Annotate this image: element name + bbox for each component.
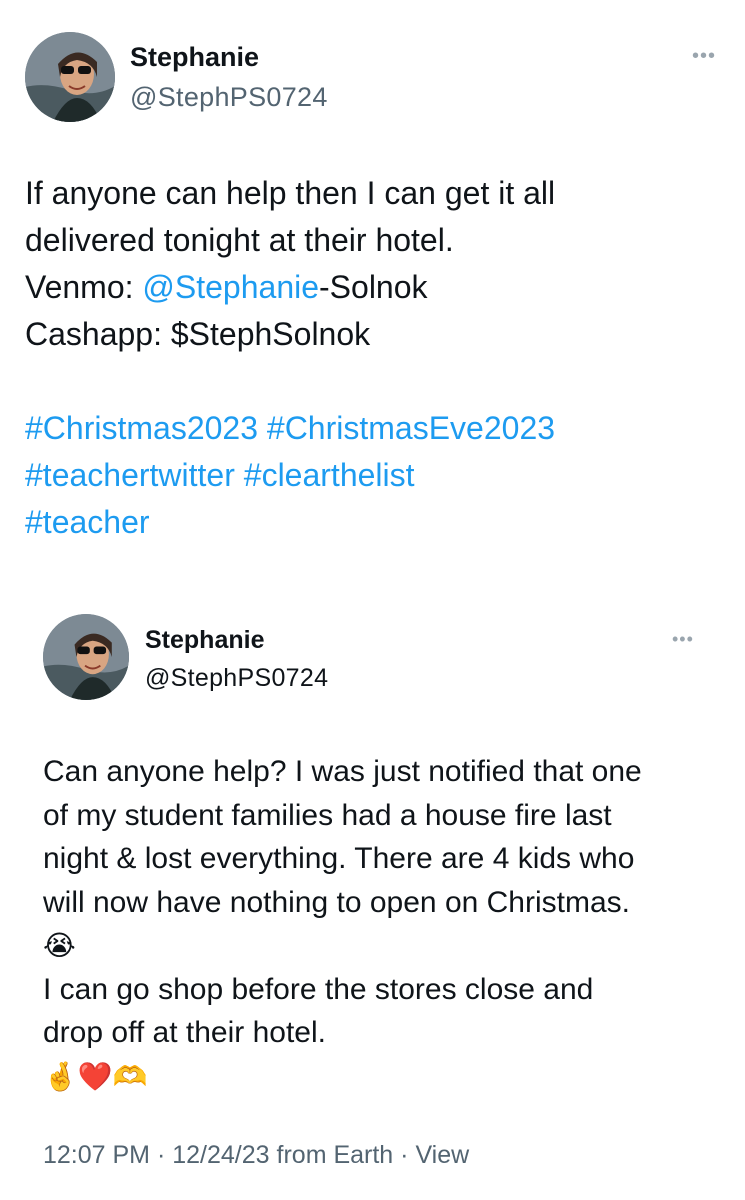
tweet-text: If anyone can help then I can get it all… — [25, 170, 725, 546]
avatar[interactable] — [25, 32, 115, 122]
post-time[interactable]: 12:07 PM — [43, 1141, 150, 1169]
heart-hands-emoji: 🫶 — [112, 1059, 148, 1093]
more-horizontal-icon[interactable]: ••• — [672, 630, 694, 648]
view-link[interactable]: View — [415, 1141, 469, 1169]
tweet-text-line: delivered tonight at their hotel. — [25, 222, 454, 258]
hashtag-link[interactable]: #ChristmasEve2023 — [267, 410, 555, 446]
hashtag-row: #teacher — [25, 499, 725, 546]
avatar-photo — [43, 614, 129, 700]
tweet-text-line: will now have nothing to open on Christm… — [43, 885, 630, 919]
avatar[interactable] — [43, 614, 129, 700]
quoted-tweet[interactable]: Stephanie @StephPS0724 ••• Can anyone he… — [0, 590, 745, 1200]
more-horizontal-icon[interactable]: ••• — [692, 46, 716, 66]
hashtag-row: #teachertwitter #clearthelist — [25, 452, 725, 499]
tweet-text-line: night & lost everything. There are 4 kid… — [43, 842, 635, 875]
cashapp-line: Cashapp: $StephSolnok — [25, 316, 371, 352]
author-name[interactable]: Stephanie — [130, 42, 259, 73]
quoted-author-handle[interactable]: @StephPS0724 — [145, 664, 328, 693]
tweet-text-line: of my student families had a house fire … — [43, 798, 612, 832]
venmo-line: Venmo: @Stephanie-Solnok — [25, 264, 725, 311]
hashtag-link[interactable]: #clearthelist — [244, 457, 415, 493]
mention-link[interactable]: @Stephanie — [142, 269, 319, 305]
tweet-text-line: 😭 — [43, 924, 723, 968]
crying-emoji: 😭 — [43, 929, 76, 962]
crossed-fingers-emoji: 🤞 — [43, 1059, 78, 1093]
hashtag-link[interactable]: #teacher — [25, 504, 150, 540]
avatar-photo — [25, 32, 115, 122]
hashtag-link[interactable]: #Christmas2023 — [25, 410, 258, 446]
emoji-line: 🤞❤️🫶 — [43, 1055, 723, 1099]
quoted-tweet-text: Can anyone help? I was just notified tha… — [43, 750, 723, 1098]
venmo-label: Venmo: — [25, 269, 143, 305]
separator: · — [393, 1141, 416, 1169]
post-date[interactable]: 12/24/23 — [172, 1141, 269, 1169]
venmo-suffix: -Solnok — [319, 269, 428, 305]
timestamp-row: 12:07 PM · 12/24/23 from Earth · View — [43, 1141, 469, 1170]
post-source: from Earth — [276, 1141, 394, 1169]
hashtag-row: #Christmas2023 #ChristmasEve2023 — [25, 405, 725, 452]
tweet-text-line: If anyone can help then I can get it all — [25, 175, 556, 211]
tweet-text-line: drop off at their hotel. — [43, 1016, 326, 1049]
hashtag-link[interactable]: #teachertwitter — [25, 457, 235, 493]
tweet-text-line: Can anyone help? I was just notified tha… — [43, 755, 642, 788]
author-handle[interactable]: @StephPS0724 — [130, 82, 328, 113]
quoted-author-name[interactable]: Stephanie — [145, 626, 264, 655]
separator: · — [150, 1141, 173, 1169]
tweet: Stephanie @StephPS0724 ••• If anyone can… — [0, 0, 745, 1200]
tweet-text-line: I can go shop before the stores close an… — [43, 972, 594, 1006]
red-heart-emoji: ❤️ — [77, 1059, 113, 1093]
